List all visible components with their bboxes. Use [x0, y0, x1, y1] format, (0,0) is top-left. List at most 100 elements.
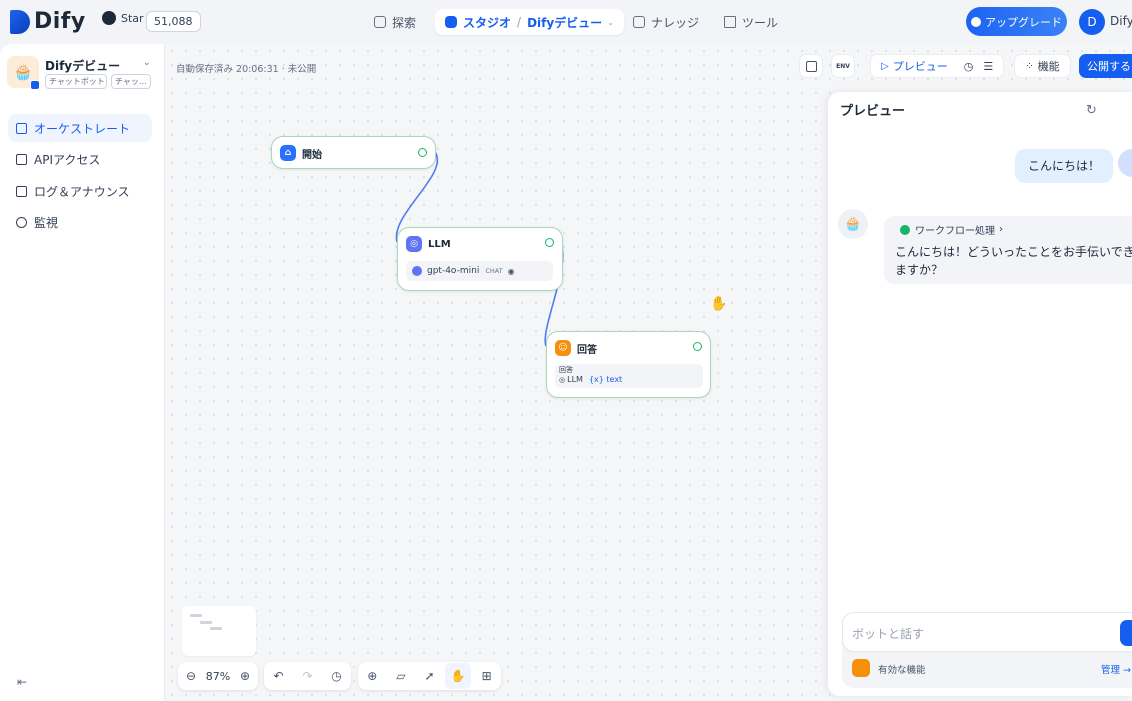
env-button[interactable]: ENV [831, 54, 855, 78]
zoom-out-icon[interactable]: ⊖ [178, 663, 204, 689]
hand-cursor-icon: ✋ [710, 296, 728, 312]
brain-icon: ◎ [559, 375, 566, 384]
organize-icon[interactable]: ⊞ [474, 663, 500, 689]
nav-studio-label: スタジオ [463, 15, 512, 30]
chat-input-area: ボットと話す 有効な機能 管理 → [842, 612, 1132, 688]
home-icon: ⌂ [280, 145, 296, 161]
sidebar-item-label: ログ＆アナウンス [34, 184, 130, 199]
canvas-tools: ⊕ ▱ ➚ ✋ ⊞ [358, 662, 501, 690]
model-selector[interactable]: gpt-4o-mini CHAT ◉ [406, 261, 553, 281]
chevron-down-icon[interactable]: ⌄ [607, 18, 614, 27]
minimap[interactable] [182, 606, 256, 656]
add-note-icon[interactable]: ▱ [388, 663, 414, 689]
answer-node[interactable]: ☺ 回答 回答 ◎ LLM {x} text [546, 331, 711, 398]
chevron-down-icon[interactable]: ⌄ [143, 58, 151, 68]
pointer-icon[interactable]: ➚ [416, 663, 442, 689]
nav-explore-label: 探索 [392, 15, 417, 30]
eye-icon: ◉ [507, 266, 515, 276]
zoom-level[interactable]: 87% [204, 670, 232, 683]
app-type-tag: チャットボット [45, 74, 107, 89]
preview-button[interactable]: プレビュー [893, 58, 948, 74]
play-icon[interactable]: ▷ [881, 61, 889, 72]
minimap-node [200, 621, 212, 624]
github-star-label: Star [121, 11, 144, 25]
nav-app-name[interactable]: Difyデビュー [527, 14, 602, 31]
llm-node[interactable]: ◎ LLM gpt-4o-mini CHAT ◉ [397, 227, 563, 291]
edit-icon [805, 60, 817, 72]
logo[interactable]: Dify [10, 9, 86, 34]
sidebar-item-label: APIアクセス [34, 152, 101, 167]
answer-icon: ☺ [555, 340, 571, 356]
start-node-title: 開始 [302, 149, 322, 161]
nav-tools[interactable]: ツール [724, 9, 778, 35]
sidebar-item-monitor[interactable]: 監視 [8, 208, 152, 236]
github-icon [102, 11, 116, 25]
features-button[interactable]: ⁘ 機能 [1014, 54, 1071, 78]
user-message: こんにちは！ [1015, 149, 1114, 183]
openai-icon [412, 266, 422, 276]
sparkle-icon [971, 16, 981, 27]
collapse-sidebar-icon[interactable]: ⇤ [17, 675, 27, 689]
dify-logo-mark [10, 9, 30, 34]
llm-node-header: ◎ LLM [406, 236, 451, 252]
success-check-icon [693, 342, 702, 351]
sidebar-item-orchestrate[interactable]: オーケストレート [8, 114, 152, 142]
layout-icon [16, 122, 27, 134]
upgrade-button[interactable]: アップグレード [966, 7, 1067, 36]
start-node[interactable]: ⌂ 開始 [271, 136, 436, 169]
manage-features-link[interactable]: 管理 → [1101, 662, 1131, 676]
zoom-controls: ⊖ 87% ⊕ [178, 662, 258, 690]
check-circle-icon [900, 224, 910, 235]
nav-studio[interactable]: スタジオ / Difyデビュー ⌄ [435, 9, 624, 35]
checklist-icon[interactable]: ☰ [983, 60, 993, 73]
hand-tool-icon[interactable]: ✋ [445, 663, 472, 689]
compass-icon [374, 16, 386, 28]
chat-input-placeholder: ボットと話す [852, 627, 925, 641]
chat-input[interactable]: ボットと話す [842, 612, 1132, 652]
redo-icon[interactable]: ↷ [295, 663, 321, 689]
bot-message-text: こんにちは！どういったことをお手伝いできますか？ [895, 245, 1132, 277]
app-name[interactable]: Difyデビュー [45, 57, 120, 74]
refresh-icon[interactable]: ↻ [1086, 103, 1097, 118]
model-name: gpt-4o-mini [427, 266, 480, 276]
minimap-node [190, 614, 202, 617]
preview-title: プレビュー [840, 104, 906, 119]
github-star-count[interactable]: 51,088 [146, 11, 201, 32]
sidebar-item-label: オーケストレート [34, 121, 131, 136]
workflow-process-toggle[interactable]: ワークフロー処理 › [900, 222, 1003, 237]
workflow-process-label: ワークフロー処理 [915, 226, 995, 237]
ref-variable-name: text [606, 375, 623, 384]
sidebar-item-label: 監視 [34, 215, 59, 230]
answer-node-title: 回答 [577, 344, 597, 356]
zoom-in-icon[interactable]: ⊕ [232, 663, 258, 689]
autosave-status: 自動保存済み 20:06:31 · 未公開 [176, 64, 317, 75]
sidebar-item-logs[interactable]: ログ＆アナウンス [8, 177, 152, 205]
success-check-icon [545, 238, 554, 247]
success-check-icon [418, 148, 427, 157]
preview-toolbar: ▷ プレビュー ◷ ☰ [870, 54, 1004, 78]
history-icon[interactable]: ◷ [324, 663, 350, 689]
github-star-button[interactable]: Star [102, 11, 144, 25]
publish-button[interactable]: 公開する [1079, 54, 1132, 78]
history-icon[interactable]: ◷ [964, 60, 974, 73]
answer-node-header: ☺ 回答 [555, 340, 597, 356]
sidebar: 🧁 Difyデビュー ⌄ チャットボット チャッ... オーケストレート API… [0, 44, 165, 701]
nav-explore[interactable]: 探索 [374, 9, 416, 35]
send-button[interactable] [1120, 620, 1132, 646]
undo-icon[interactable]: ↶ [266, 663, 292, 689]
start-node-header: ⌂ 開始 [280, 145, 322, 161]
model-mode-tag: CHAT [485, 267, 503, 275]
nav-knowledge[interactable]: ナレッジ [633, 9, 699, 35]
hammer-icon [724, 16, 736, 28]
features-icon [852, 659, 870, 677]
user-name[interactable]: Dify [1110, 14, 1132, 28]
avatar[interactable]: D [1079, 9, 1105, 35]
add-node-icon[interactable]: ⊕ [359, 663, 385, 689]
features-label: 機能 [1037, 60, 1060, 73]
file-list-icon [16, 185, 27, 197]
checklist-button[interactable] [799, 54, 823, 78]
env-label: ENV [836, 62, 850, 70]
robot-icon [445, 16, 457, 28]
app-mode-tag: チャッ... [111, 74, 151, 89]
sidebar-item-api-access[interactable]: APIアクセス [8, 145, 152, 173]
